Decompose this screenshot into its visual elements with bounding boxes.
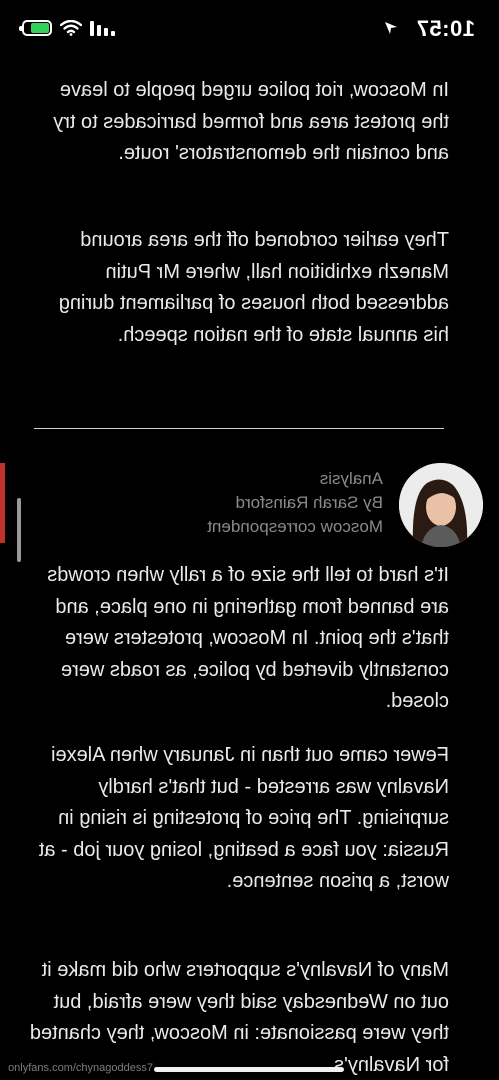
analysis-byline-box: Analysis By Sarah Rainsford Moscow corre…	[17, 463, 487, 553]
mirrored-content: 10:57 In Moscow, riot police urged peopl…	[0, 0, 499, 1080]
analysis-byline: By Sarah Rainsford	[235, 493, 383, 512]
analysis-text: Analysis By Sarah Rainsford Moscow corre…	[207, 467, 383, 539]
article-paragraph: They earlier cordoned off the area aroun…	[58, 229, 449, 346]
status-bar: 10:57	[0, 0, 499, 56]
analysis-label: Analysis	[319, 469, 383, 488]
wifi-icon	[60, 20, 82, 36]
article-paragraph: Fewer came out than in January when Alex…	[38, 744, 449, 892]
signal-bars-icon	[90, 20, 115, 36]
screen: 10:57 In Moscow, riot police urged peopl…	[0, 0, 499, 1080]
watermark-text: onlyfans.com/chynagoddess7	[8, 1062, 153, 1074]
correspondent-avatar	[399, 463, 483, 547]
section-divider	[34, 428, 444, 429]
scrollbar-thumb[interactable]	[17, 498, 21, 562]
location-arrow-icon	[385, 22, 397, 34]
article-paragraph: In Moscow, riot police urged people to l…	[53, 79, 449, 164]
status-icons	[19, 20, 115, 36]
analysis-role: Moscow correspondent	[207, 517, 383, 536]
article-paragraph: It's hard to tell the size of a rally wh…	[47, 564, 449, 712]
battery-fill	[30, 23, 49, 33]
battery-charging-icon	[19, 20, 52, 36]
home-indicator[interactable]	[154, 1067, 344, 1072]
analysis-accent-bar	[0, 463, 5, 543]
status-time: 10:57	[416, 16, 475, 41]
